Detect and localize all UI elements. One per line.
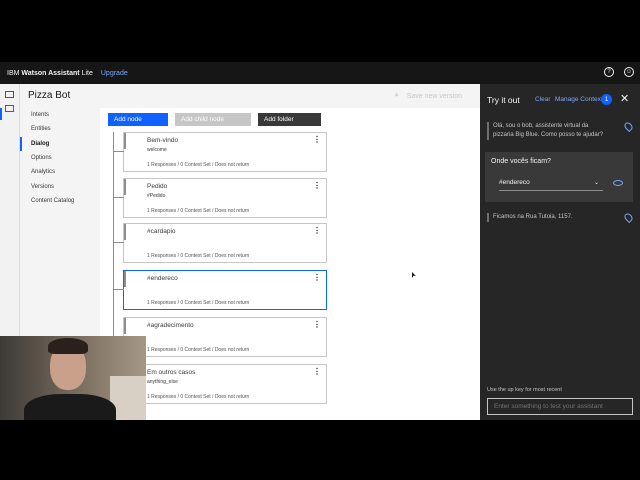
product-brand: IBM Watson Assistant Lite bbox=[7, 70, 93, 77]
brand-prefix: IBM bbox=[7, 69, 20, 77]
node-connector bbox=[114, 242, 124, 243]
node-bar bbox=[124, 133, 126, 149]
bot-message: Olá, sou o bob, assistente virtual da pi… bbox=[487, 122, 605, 140]
panel-title: Try it out bbox=[487, 95, 520, 105]
node-connector bbox=[114, 151, 124, 152]
node-status: 1 Responses / 0 Context Set / Does not r… bbox=[147, 162, 250, 168]
add-child-node-button[interactable]: Add child node bbox=[175, 113, 251, 126]
node-title: #agradecimento bbox=[147, 322, 194, 329]
rail-active-indicator bbox=[0, 108, 2, 120]
clear-link[interactable]: Clear bbox=[535, 96, 551, 103]
node-status: 1 Responses / 0 Context Set / Does not r… bbox=[147, 253, 250, 259]
node-status: 1 Responses / 0 Context Set / Does not r… bbox=[147, 347, 250, 353]
help-icon[interactable]: ? bbox=[604, 67, 614, 77]
account-icon[interactable]: ☺ bbox=[624, 67, 634, 77]
more-options-icon[interactable]: ⋮ bbox=[313, 273, 321, 282]
nav-item-analytics[interactable]: Analytics bbox=[20, 165, 100, 179]
try-it-out-panel: Try it out Clear Manage Context 1 ✕ Olá,… bbox=[480, 84, 640, 420]
node-title: #cardapio bbox=[147, 228, 176, 235]
detected-intent: #endereco bbox=[499, 179, 530, 186]
upgrade-link[interactable]: Upgrade bbox=[101, 70, 128, 77]
location-icon[interactable] bbox=[622, 211, 635, 224]
user-message-block: Onde vocês ficam? #endereco ⌄ bbox=[485, 152, 633, 202]
node-condition: #Pedido bbox=[147, 193, 166, 199]
add-node-button[interactable]: Add node bbox=[108, 113, 168, 126]
node-title: Em outros casos bbox=[147, 369, 196, 376]
presenter-hair bbox=[48, 338, 88, 354]
more-options-icon[interactable]: ⋮ bbox=[313, 226, 321, 235]
nav-item-versions[interactable]: Versions bbox=[20, 179, 100, 193]
skill-nav: Intents Entities Dialog Options Analytic… bbox=[20, 108, 100, 208]
node-condition: anything_else bbox=[147, 379, 178, 385]
nav-item-options[interactable]: Options bbox=[20, 151, 100, 165]
node-status: 1 Responses / 0 Context Set / Does not r… bbox=[147, 208, 250, 214]
bot-message: Ficamos na Rua Tutoia, 1157. bbox=[487, 213, 605, 222]
node-title: Bem-vindo bbox=[147, 137, 179, 144]
dialog-node[interactable]: Bem-vindo welcome 1 Responses / 0 Contex… bbox=[114, 132, 327, 172]
node-bar bbox=[124, 179, 126, 195]
webcam-overlay bbox=[0, 336, 146, 420]
more-options-icon[interactable]: ⋮ bbox=[313, 181, 321, 190]
more-options-icon[interactable]: ⋮ bbox=[313, 320, 321, 329]
close-icon[interactable]: ✕ bbox=[620, 92, 629, 105]
node-bar bbox=[124, 271, 126, 287]
nav-item-intents[interactable]: Intents bbox=[20, 108, 100, 122]
nav-item-content-catalog[interactable]: Content Catalog bbox=[20, 194, 100, 208]
manage-context-link[interactable]: Manage Context bbox=[555, 96, 603, 103]
node-condition: welcome bbox=[147, 147, 167, 153]
dialog-node[interactable]: Em outros casos anything_else 1 Response… bbox=[114, 364, 327, 404]
location-icon[interactable] bbox=[622, 120, 635, 133]
node-connector bbox=[114, 197, 124, 198]
add-folder-button[interactable]: Add folder bbox=[258, 113, 321, 126]
node-bar bbox=[124, 224, 126, 240]
dialog-canvas: Add node Add child node Add folder Bem-v… bbox=[100, 108, 480, 420]
dialog-node[interactable]: #cardapio 1 Responses / 0 Context Set / … bbox=[114, 223, 327, 263]
input-hint: Use the up key for most recent bbox=[487, 387, 562, 393]
dialog-node-selected[interactable]: #endereco 1 Responses / 0 Context Set / … bbox=[114, 270, 327, 310]
nav-item-entities[interactable]: Entities bbox=[20, 122, 100, 136]
more-options-icon[interactable]: ⋮ bbox=[313, 135, 321, 144]
chevron-down-icon[interactable]: ⌄ bbox=[594, 179, 599, 186]
save-version-link[interactable]: Save new version bbox=[407, 93, 462, 100]
top-bar: IBM Watson Assistant Lite Upgrade ? ☺ bbox=[0, 62, 640, 84]
intent-dropdown[interactable]: #endereco ⌄ bbox=[499, 179, 603, 191]
nav-item-dialog[interactable]: Dialog bbox=[20, 136, 100, 151]
node-bar bbox=[124, 318, 126, 334]
brand-name: Watson Assistant bbox=[21, 69, 80, 77]
eye-icon[interactable] bbox=[613, 180, 623, 186]
more-options-icon[interactable]: ⋮ bbox=[313, 367, 321, 376]
node-status: 1 Responses / 0 Context Set / Does not r… bbox=[147, 394, 250, 400]
presenter-body bbox=[24, 394, 116, 420]
test-input[interactable] bbox=[487, 398, 633, 415]
save-version[interactable]: ⌕ Save new version bbox=[395, 92, 462, 100]
node-status: 1 Responses / 0 Context Set / Does not r… bbox=[147, 300, 250, 306]
node-connector bbox=[114, 289, 124, 290]
search-icon[interactable]: ⌕ bbox=[395, 92, 399, 100]
page-title: Pizza Bot bbox=[28, 90, 71, 101]
chat-icon[interactable] bbox=[5, 91, 14, 98]
dialog-node[interactable]: Pedido #Pedido 1 Responses / 0 Context S… bbox=[114, 178, 327, 218]
context-count-badge: 1 bbox=[601, 94, 612, 105]
user-message: Onde vocês ficam? bbox=[491, 158, 551, 165]
node-title: Pedido bbox=[147, 183, 168, 190]
skills-icon[interactable] bbox=[5, 105, 14, 112]
node-title: #endereco bbox=[147, 275, 178, 282]
brand-plan: Lite bbox=[81, 69, 93, 77]
dialog-node[interactable]: #agradecimento 1 Responses / 0 Context S… bbox=[114, 317, 327, 357]
